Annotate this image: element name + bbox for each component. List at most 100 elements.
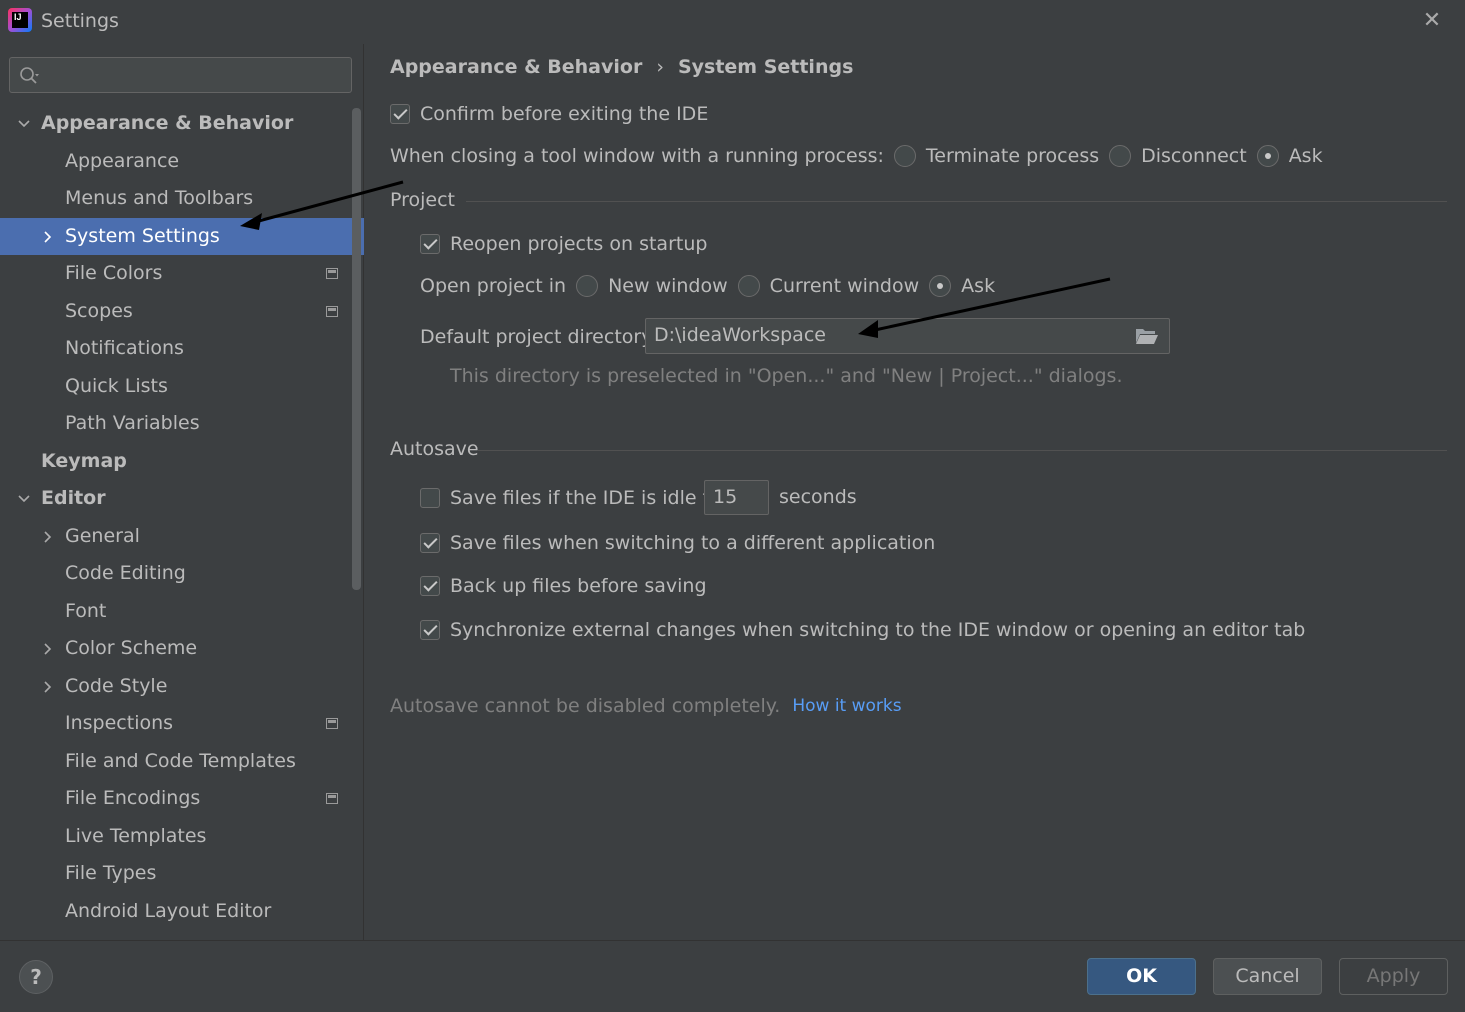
sync-label: Synchronize external changes when switch… xyxy=(450,619,1306,641)
save-switching-checkbox[interactable] xyxy=(420,533,440,553)
project-level-icon xyxy=(326,268,338,279)
sidebar-item-label: File Colors xyxy=(65,262,163,284)
confirm-exit-label: Confirm before exiting the IDE xyxy=(420,103,709,125)
sidebar-item-label: Notifications xyxy=(65,337,184,359)
sidebar-item-label: General xyxy=(65,524,140,547)
current-window-radio[interactable] xyxy=(737,275,760,297)
breadcrumb: Appearance & Behavior › System Settings xyxy=(390,56,853,78)
sidebar-item-label: Menus and Toolbars xyxy=(65,187,254,209)
open-project-in-label: Open project in xyxy=(420,275,567,297)
sidebar-scrollbar[interactable] xyxy=(352,108,361,590)
sync-row[interactable]: Synchronize external changes when switch… xyxy=(420,619,1305,641)
backup-row[interactable]: Back up files before saving xyxy=(420,575,707,597)
project-divider xyxy=(466,201,1447,202)
idle-save-checkbox[interactable] xyxy=(420,488,440,508)
title-bar: IJ Settings ✕ xyxy=(0,0,1465,44)
sidebar-item-file-colors[interactable]: File Colors xyxy=(0,255,364,293)
sidebar-item-live-templates[interactable]: Live Templates xyxy=(0,818,364,856)
sidebar-item-code-editing[interactable]: Code Editing xyxy=(0,555,364,593)
sidebar-item-quick-lists[interactable]: Quick Lists xyxy=(0,368,364,406)
tool-window-label: When closing a tool window with a runnin… xyxy=(390,145,884,167)
reopen-projects-label: Reopen projects on startup xyxy=(450,233,708,255)
disconnect-label: Disconnect xyxy=(1141,145,1247,167)
sidebar-item-label: Inspections xyxy=(65,712,174,734)
sidebar-item-label: Scopes xyxy=(65,299,133,322)
confirm-exit-checkbox[interactable] xyxy=(390,104,410,124)
default-dir-label: Default project directory: xyxy=(420,326,658,348)
sidebar-item-label: File and Code Templates xyxy=(65,749,296,772)
disconnect-radio[interactable] xyxy=(1109,145,1132,167)
sidebar-item-editor[interactable]: Editor xyxy=(0,480,364,518)
sidebar-item-appearance[interactable]: Appearance xyxy=(0,143,364,181)
sidebar-item-notifications[interactable]: Notifications xyxy=(0,330,364,368)
sidebar-item-label: Editor xyxy=(41,487,106,509)
close-icon[interactable]: ✕ xyxy=(1419,8,1445,34)
chevron-right-icon[interactable] xyxy=(40,679,56,695)
confirm-exit-row[interactable]: Confirm before exiting the IDE xyxy=(390,103,708,125)
chevron-down-icon[interactable] xyxy=(16,491,32,507)
reopen-projects-row[interactable]: Reopen projects on startup xyxy=(420,233,707,255)
idle-save-row: Save files if the IDE is idle for xyxy=(420,480,729,516)
search-icon xyxy=(20,67,39,84)
new-window-radio[interactable] xyxy=(576,275,599,297)
sidebar-item-keymap[interactable]: Keymap xyxy=(0,443,364,481)
apply-button[interactable]: Apply xyxy=(1339,958,1448,995)
chevron-right-icon[interactable] xyxy=(40,529,56,545)
sidebar-item-label: System Settings xyxy=(65,224,220,247)
terminate-process-label: Terminate process xyxy=(925,145,1100,167)
chevron-down-icon[interactable] xyxy=(16,116,32,132)
sidebar-item-general[interactable]: General xyxy=(0,518,364,556)
new-window-label: New window xyxy=(608,275,728,297)
sync-checkbox[interactable] xyxy=(420,620,440,640)
project-level-icon xyxy=(326,305,338,317)
sidebar-item-file-and-code-templates[interactable]: File and Code Templates xyxy=(0,743,364,781)
project-level-icon xyxy=(326,718,338,729)
sidebar-item-menus-and-toolbars[interactable]: Menus and Toolbars xyxy=(0,180,364,218)
open-ask-label: Ask xyxy=(961,275,996,297)
dialog-footer: ? OK Cancel Apply xyxy=(0,940,1465,1012)
sidebar-item-file-encodings[interactable]: File Encodings xyxy=(0,780,364,818)
terminate-process-radio[interactable] xyxy=(893,145,916,167)
sidebar-item-color-scheme[interactable]: Color Scheme xyxy=(0,630,364,668)
project-level-icon xyxy=(326,793,338,804)
sidebar-item-scopes[interactable]: Scopes xyxy=(0,293,364,331)
sidebar-item-file-types[interactable]: File Types xyxy=(0,855,364,893)
backup-label: Back up files before saving xyxy=(450,575,707,597)
sidebar-item-font[interactable]: Font xyxy=(0,593,364,631)
autosave-section-title: Autosave xyxy=(390,438,479,460)
save-switching-label: Save files when switching to a different… xyxy=(450,532,936,554)
default-dir-field[interactable]: D:\ideaWorkspace xyxy=(645,318,1170,354)
open-project-in-row: Open project in New window Current windo… xyxy=(420,275,995,297)
backup-checkbox[interactable] xyxy=(420,576,440,596)
search-field[interactable] xyxy=(9,57,352,93)
ok-button[interactable]: OK xyxy=(1087,958,1196,995)
help-button[interactable]: ? xyxy=(19,960,53,994)
breadcrumb-current: System Settings xyxy=(677,56,854,78)
save-switching-row[interactable]: Save files when switching to a different… xyxy=(420,532,935,554)
sidebar-item-code-style[interactable]: Code Style xyxy=(0,668,364,706)
chevron-right-icon[interactable] xyxy=(40,229,56,245)
chevron-right-icon[interactable] xyxy=(40,641,56,657)
default-dir-hint: This directory is preselected in "Open..… xyxy=(450,365,1123,387)
breadcrumb-parent[interactable]: Appearance & Behavior xyxy=(390,56,642,78)
default-dir-value: D:\ideaWorkspace xyxy=(654,324,826,346)
sidebar-item-path-variables[interactable]: Path Variables xyxy=(0,405,364,443)
breadcrumb-separator: › xyxy=(656,56,664,78)
open-ask-radio[interactable] xyxy=(929,275,952,297)
sidebar-item-android-layout-editor[interactable]: Android Layout Editor xyxy=(0,893,364,931)
current-window-label: Current window xyxy=(769,275,920,297)
idle-save-label: Save files if the IDE is idle for xyxy=(450,487,729,509)
reopen-projects-checkbox[interactable] xyxy=(420,234,440,254)
sidebar-item-label: Code Style xyxy=(65,674,168,697)
sidebar-item-inspections[interactable]: Inspections xyxy=(0,705,364,743)
ask-radio[interactable] xyxy=(1256,145,1279,167)
cancel-button[interactable]: Cancel xyxy=(1213,958,1322,995)
sidebar-item-appearance-behavior[interactable]: Appearance & Behavior xyxy=(0,105,364,143)
sidebar-item-label: File Encodings xyxy=(65,787,201,809)
idle-seconds-input[interactable]: 15 xyxy=(704,480,769,515)
sidebar-item-label: Live Templates xyxy=(65,824,207,847)
sidebar-item-system-settings[interactable]: System Settings xyxy=(0,217,364,255)
ask-label: Ask xyxy=(1288,145,1323,167)
folder-icon[interactable] xyxy=(1135,327,1159,345)
how-it-works-link[interactable]: How it works xyxy=(792,696,901,716)
